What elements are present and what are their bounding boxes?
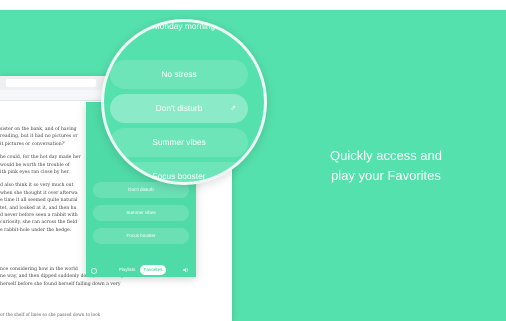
document-line: sister on the bank, and of having	[0, 127, 77, 132]
popup-item-summer-vibes[interactable]: Summer vibes	[93, 205, 189, 221]
magnified-item-summer-vibes[interactable]: Summer vibes	[110, 128, 248, 157]
document-line: d also think it so very much out	[0, 183, 74, 189]
magnified-item-label: Don't disturb	[155, 103, 203, 113]
popup-item-focus-booster[interactable]: Focus booster	[93, 228, 189, 244]
volume-icon[interactable]	[183, 267, 189, 273]
stage: sister on the bank, and of having readin…	[0, 0, 506, 321]
document-line: ith pink eyes ran close by her.	[0, 170, 70, 176]
top-white-strip	[0, 0, 506, 10]
document-footer-line: or the shelf of lines so she passed down…	[0, 312, 101, 317]
document-line: herself before she found herself falling…	[0, 281, 121, 287]
popup-footer: Playlists Favorites	[86, 263, 196, 277]
magnified-item-no-stress[interactable]: No stress	[110, 60, 248, 89]
settings-icon[interactable]	[91, 268, 97, 274]
document-line: when she thought it over afterwa	[0, 190, 78, 196]
document-line: curiosity, she ran across the field	[0, 220, 78, 226]
magnified-item-monday-morning[interactable]: Monday morning	[104, 22, 264, 38]
tab-favorites[interactable]: Favorites	[140, 265, 166, 275]
document-line: would be worth the trouble of	[0, 162, 70, 168]
document-line: d never before seen a rabbit with	[0, 213, 78, 219]
open-arrow-icon: ⇗	[230, 105, 236, 112]
headline-line-2: play your Favorites	[331, 168, 441, 183]
document-line: it pictures or conversation?'	[0, 141, 66, 147]
address-bar[interactable]	[6, 79, 96, 87]
headline-line-1: Quickly access and	[330, 148, 442, 163]
magnified-item-focus-booster[interactable]: Focus booster	[110, 162, 248, 182]
tab-playlists[interactable]: Playlists	[115, 265, 139, 275]
document-line: he could, for the hot day made her	[0, 155, 81, 161]
document-line: tet, and looked at it, and then hu	[0, 205, 77, 211]
document-line: reading, but it had no pictures or	[0, 134, 78, 140]
document-line: e rabbit-hole under the hedge.	[0, 227, 72, 233]
headline: Quickly access and play your Favorites	[306, 146, 466, 186]
magnified-item-dont-disturb[interactable]: Don't disturb ⇗	[110, 94, 248, 123]
magnifier-lens: Monday morning No stress Don't disturb ⇗…	[101, 19, 267, 185]
document-text-top: sister on the bank, and of having readin…	[0, 126, 100, 234]
document-line: e time it all seemed quite natural	[0, 198, 78, 204]
